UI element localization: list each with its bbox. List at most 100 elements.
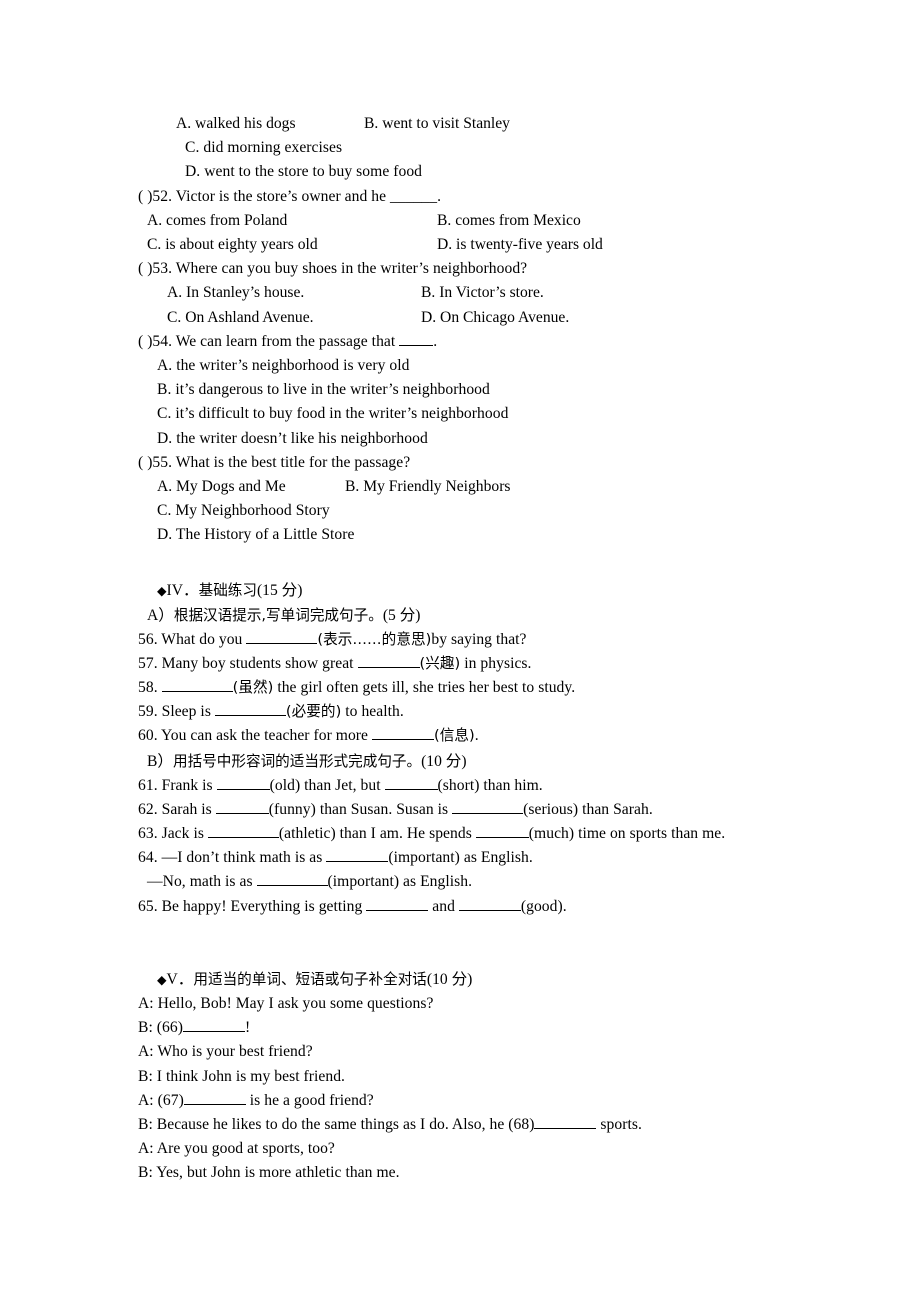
q55-option-d: D. The History of a Little Store (157, 526, 355, 544)
q59-blank[interactable] (214, 701, 286, 717)
part-a-instruction: 根据汉语提示,写单词完成句子。 (173, 606, 383, 624)
q57-pre: 57. Many boy students show great (138, 654, 358, 672)
q62-p2: (funny) than Susan. Susan is (268, 800, 453, 818)
q60-hint: (信息) (433, 727, 475, 745)
q52-option-d: D. is twenty-five years old (437, 236, 603, 254)
dialogue-line-6-post: sports. (596, 1115, 642, 1133)
q61-blank-2[interactable] (384, 774, 438, 790)
q55-option-c: C. My Neighborhood Story (157, 502, 330, 520)
q63-blank-1[interactable] (207, 823, 279, 839)
section-four-heading: ◆IV．基础练习(15 分) (138, 578, 798, 603)
q52-options-row-1: A. comes from Poland B. comes from Mexic… (138, 209, 798, 233)
q60-post: . (474, 727, 479, 745)
q53-options-row-1: A. In Stanley’s house. B. In Victor’s st… (138, 281, 798, 305)
section-four-roman: IV． (166, 581, 199, 599)
section-five-title: 用适当的单词、短语或句子补全对话 (193, 970, 427, 988)
q64-p3: —No, math is as (147, 873, 257, 891)
q56-blank[interactable] (246, 628, 318, 644)
q68-blank[interactable] (534, 1114, 597, 1129)
q58-pre: 58. (138, 679, 162, 697)
diamond-bullet-icon: ◆ (157, 971, 167, 987)
part-a-points: (5 分) (382, 606, 421, 624)
q59: 59. Sleep is (必要的) to health. (138, 700, 798, 724)
q61-p3: (short) than him. (437, 776, 543, 794)
q54-blank[interactable] (399, 330, 434, 346)
section-four-part-b-heading: B）用括号中形容词的适当形式完成句子。(10 分) (138, 749, 798, 774)
q62-p3: (serious) than Sarah. (523, 800, 653, 818)
q56-pre: 56. What do you (138, 630, 247, 648)
q65-blank-1[interactable] (366, 895, 429, 911)
q52-option-a: A. comes from Poland (147, 211, 288, 229)
q64-line-2: —No, math is as (important) as English. (138, 870, 798, 894)
q61-p2: (old) than Jet, but (269, 776, 385, 794)
page-content-column: A. walked his dogs B. went to visit Stan… (138, 112, 798, 1186)
q64-line-1: 64. —I don’t think math is as (important… (138, 846, 798, 870)
dialogue-line-4: B: I think John is my best friend. (138, 1067, 346, 1085)
q62-blank-2[interactable] (452, 799, 524, 814)
q64-p1: 64. —I don’t think math is as (138, 849, 327, 867)
q54-stem: ( )54. We can learn from the passage tha… (138, 330, 798, 354)
part-b-label: B） (147, 752, 173, 770)
q51-option-b: B. went to visit Stanley (364, 115, 510, 132)
q51-options-row-1: A. walked his dogs B. went to visit Stan… (138, 112, 798, 136)
dialogue-line-3: A: Who is your best friend? (138, 1043, 313, 1061)
dialogue-line-2-pre: B: (66) (138, 1019, 183, 1037)
dialogue-line-5-pre: A: (67) (138, 1091, 184, 1109)
dialogue-line-2: B: (66)! (138, 1016, 798, 1040)
part-a-label: A） (147, 606, 174, 624)
q53-option-c: C. On Ashland Avenue. (167, 308, 314, 326)
q59-post: to health. (341, 703, 404, 721)
q57-hint: (兴趣) (419, 654, 461, 672)
dialogue-line-6-pre: B: Because he likes to do the same thing… (138, 1115, 535, 1133)
q63: 63. Jack is (athletic) than I am. He spe… (138, 822, 798, 846)
q61-p1: 61. Frank is (138, 776, 217, 794)
q67-blank[interactable] (183, 1089, 246, 1105)
q62-blank-1[interactable] (215, 799, 269, 814)
q60-pre: 60. You can ask the teacher for more (138, 727, 372, 745)
section-four-title: 基础练习 (198, 581, 257, 599)
q61-blank-1[interactable] (216, 774, 270, 790)
q56-hint: (表示……的意思) (317, 630, 432, 648)
dialogue-line-6: B: Because he likes to do the same thing… (138, 1113, 798, 1137)
q57: 57. Many boy students show great (兴趣) in… (138, 652, 798, 676)
section-four-part-a-heading: A）根据汉语提示,写单词完成句子。(5 分) (138, 603, 798, 628)
q53-option-b: B. In Victor’s store. (421, 284, 544, 302)
q57-blank[interactable] (357, 653, 420, 668)
q64-p2: (important) as English. (388, 849, 533, 867)
q58-blank[interactable] (161, 677, 233, 693)
q66-blank[interactable] (182, 1017, 245, 1033)
q59-hint: (必要的) (285, 703, 342, 721)
q52-stem: ( )52. Victor is the store’s owner and h… (138, 187, 442, 205)
dialogue-line-2-post: ! (244, 1019, 251, 1037)
q51-option-c: C. did morning exercises (185, 139, 343, 157)
q61: 61. Frank is (old) than Jet, but (short)… (138, 774, 798, 798)
q54-option-a: A. the writer’s neighborhood is very old (157, 357, 410, 375)
q64-p4: (important) as English. (327, 873, 473, 891)
section-five-heading: ◆V．用适当的单词、短语或句子补全对话(10 分) (138, 967, 798, 992)
q58-hint: (虽然) (232, 679, 274, 697)
q59-pre: 59. Sleep is (138, 703, 215, 721)
q53-options-row-2: C. On Ashland Avenue. D. On Chicago Aven… (138, 306, 798, 330)
diamond-bullet-icon: ◆ (157, 582, 167, 598)
q63-blank-2[interactable] (475, 823, 529, 839)
q65: 65. Be happy! Everything is getting and … (138, 895, 798, 919)
q58: 58. (虽然) the girl often gets ill, she tr… (138, 676, 798, 700)
q53-stem: ( )53. Where can you buy shoes in the wr… (138, 260, 528, 278)
q60-blank[interactable] (371, 725, 434, 741)
q53-option-d: D. On Chicago Avenue. (421, 308, 570, 326)
q65-p1: 65. Be happy! Everything is getting (138, 897, 367, 915)
section-five-roman: V． (166, 970, 194, 988)
q51-option-a: A. walked his dogs (176, 115, 296, 132)
q63-p3: (much) time on sports than me. (528, 825, 726, 843)
q63-p1: 63. Jack is (138, 825, 208, 843)
q62-p1: 62. Sarah is (138, 800, 216, 818)
q64-blank-2[interactable] (256, 871, 328, 887)
q51-option-d: D. went to the store to buy some food (185, 163, 423, 181)
q65-blank-2[interactable] (458, 895, 521, 911)
q54-option-b: B. it’s dangerous to live in the writer’… (157, 381, 490, 399)
q65-p3: (good). (520, 897, 567, 915)
worksheet-page: A. walked his dogs B. went to visit Stan… (0, 0, 920, 1302)
q57-post: in physics. (460, 654, 532, 672)
dialogue-line-8: B: Yes, but John is more athletic than m… (138, 1164, 400, 1182)
q64-blank-1[interactable] (326, 847, 389, 863)
